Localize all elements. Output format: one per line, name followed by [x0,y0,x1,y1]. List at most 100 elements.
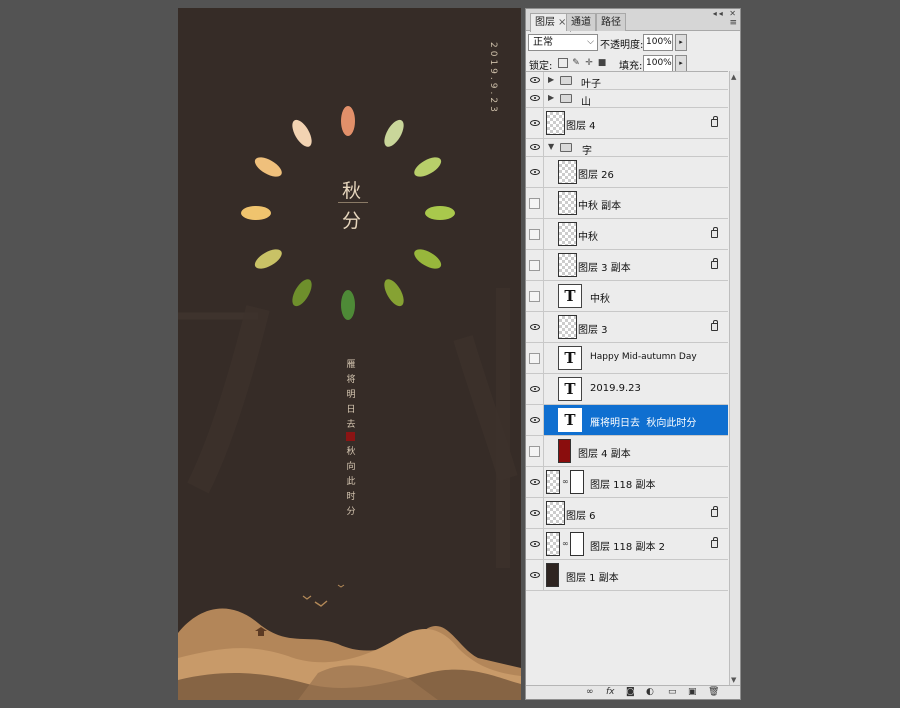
layer-name: 图层 3 副本 [578,263,631,274]
layer-name: 图层 26 [578,170,614,181]
fill-input[interactable]: 100% [643,55,673,72]
visibility-toggle[interactable] [529,291,540,302]
fill-label: 填充: [619,61,643,72]
new-layer-icon[interactable]: ▣ [688,687,697,698]
layer-thumbnail [546,501,565,525]
layer-item[interactable]: T 2019.9.23 [526,374,728,405]
lock-pixels-icon[interactable]: ✎ [571,58,581,68]
poster-artwork [178,106,521,700]
layer-item[interactable]: 图层 6 [526,498,728,529]
layer-item[interactable]: 中秋 副本 [526,188,728,219]
eye-icon[interactable] [530,417,540,423]
visibility-toggle[interactable] [529,446,540,457]
blend-mode-select[interactable]: 正常 ⌵ [528,34,598,51]
text-layer-icon: T [558,408,582,432]
eye-icon[interactable] [530,77,540,83]
eye-icon[interactable] [530,95,540,101]
layer-name: 图层 1 副本 [566,573,619,584]
lock-label: 锁定: [529,61,553,72]
visibility-toggle[interactable] [529,353,540,364]
window-buttons[interactable]: ◂◂ ✕ [713,9,738,18]
layer-name: 字 [582,146,592,157]
chevron-down-icon: ⌵ [587,37,594,47]
layer-thumbnail [546,563,559,587]
layer-mask-thumbnail[interactable] [570,470,584,494]
layer-item[interactable]: ∞ 图层 118 副本 [526,467,728,498]
eye-icon[interactable] [530,120,540,126]
eye-icon[interactable] [530,144,540,150]
eye-icon[interactable] [530,510,540,516]
mask-icon[interactable]: ◙ [626,687,635,698]
folder-icon [560,143,572,152]
layer-item[interactable]: 图层 4 副本 [526,436,728,467]
link-icon[interactable]: ∞ [562,477,569,486]
new-group-icon[interactable]: ▭ [668,687,677,698]
layer-group-leaves[interactable]: ▶ 叶子 [526,72,728,90]
layer-name: 图层 4 [566,121,596,132]
link-icon[interactable]: ∞ [562,539,569,548]
canvas-document[interactable]: 2019.9.23 秋 分 雁将明日去 秋向此时分 [178,8,521,700]
opacity-label: 不透明度: [600,40,644,51]
layers-scrollbar[interactable]: ▲ ▼ [729,71,740,686]
visibility-toggle[interactable] [529,229,540,240]
eye-icon[interactable] [530,169,540,175]
opacity-input[interactable]: 100% [643,34,673,51]
eye-icon[interactable] [530,572,540,578]
eye-icon[interactable] [530,386,540,392]
lock-transparency-icon[interactable] [558,58,568,68]
layers-panel: 图层 × 通道 路径 ◂◂ ✕ ≡ 正常 ⌵ 不透明度: 100% ▸ 锁定: ✎… [525,8,741,700]
layer-item[interactable]: 中秋 [526,219,728,250]
lock-position-icon[interactable]: ✛ [584,58,594,68]
layer-name: 图层 4 副本 [578,449,631,460]
chevron-down-icon[interactable]: ▼ [548,142,554,151]
chevron-right-icon[interactable]: ▶ [548,75,554,84]
layer-group-mountain[interactable]: ▶ 山 [526,90,728,108]
chevron-right-icon[interactable]: ▶ [548,93,554,102]
poem-line-2: 秋向此时分 [346,447,356,517]
layer-thumbnail [546,532,560,556]
layer-thumbnail [558,253,577,277]
scroll-down-icon[interactable]: ▼ [731,676,736,684]
lock-all-icon[interactable]: ■ [597,58,607,68]
trash-icon[interactable]: 🗑 [708,687,719,698]
text-layer-icon: T [558,377,582,401]
layer-item[interactable]: 图层 4 [526,108,728,139]
layer-item-selected[interactable]: T 雁将明日去 秋向此时分 [526,405,728,436]
tab-channels[interactable]: 通道 [566,13,596,31]
opacity-slider-button[interactable]: ▸ [675,34,687,51]
layer-name: 图层 3 [578,325,608,336]
folder-icon [560,94,572,103]
layer-item[interactable]: T 中秋 [526,281,728,312]
layer-item[interactable]: 图层 26 [526,157,728,188]
layer-item[interactable]: ∞ 图层 118 副本 2 [526,529,728,560]
eye-icon[interactable] [530,541,540,547]
lock-icon [711,116,718,127]
layer-item[interactable]: 图层 1 副本 [526,560,728,591]
layers-bottom-toolbar: ∞ fx ◙ ◐ ▭ ▣ 🗑 [526,685,740,699]
fx-icon[interactable]: fx [606,687,615,698]
eye-icon[interactable] [530,479,540,485]
panel-menu-icon[interactable]: ≡ [729,18,737,28]
layer-item[interactable]: 图层 3 [526,312,728,343]
tab-channels-label: 通道 [571,17,591,28]
tab-paths[interactable]: 路径 [596,13,626,31]
fill-slider-button[interactable]: ▸ [675,55,687,72]
layer-thumbnail [558,222,577,246]
eye-icon[interactable] [530,324,540,330]
visibility-toggle[interactable] [529,260,540,271]
lock-icon [711,506,718,517]
layer-item[interactable]: 图层 3 副本 [526,250,728,281]
layer-item[interactable]: T Happy Mid-autumn Day [526,343,728,374]
layer-mask-thumbnail[interactable] [570,532,584,556]
tab-layers-label: 图层 [535,17,555,28]
layer-group-text[interactable]: ▼ 字 [526,139,728,157]
visibility-toggle[interactable] [529,198,540,209]
scroll-up-icon[interactable]: ▲ [731,73,736,81]
layer-name: 中秋 [590,294,610,305]
adjustment-icon[interactable]: ◐ [646,687,654,698]
layer-thumbnail [558,160,577,184]
poster-date: 2019.9.23 [488,42,498,115]
lock-icon [711,537,718,548]
folder-icon [560,76,572,85]
link-layers-icon[interactable]: ∞ [586,687,594,698]
